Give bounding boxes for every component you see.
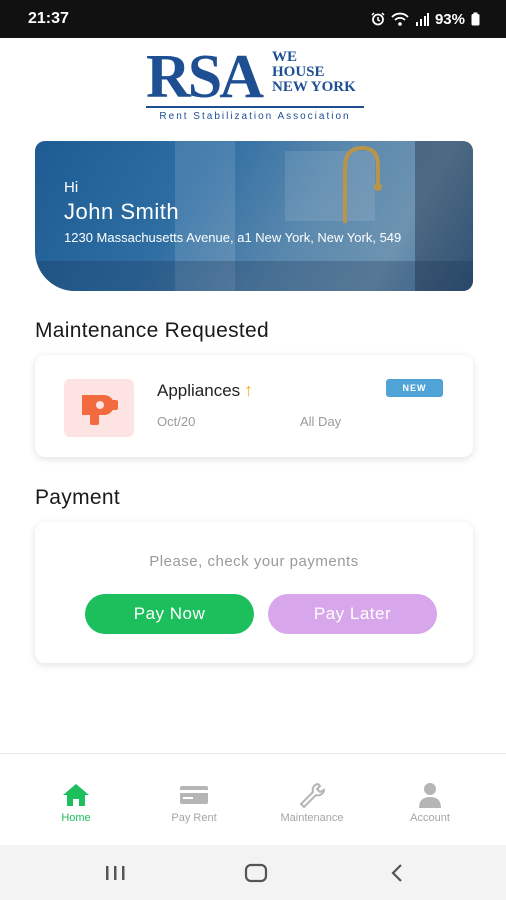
logo-tagline-line: WE: [272, 49, 298, 65]
hair-dryer-icon: [82, 395, 118, 425]
payment-message: Please, check your payments: [149, 553, 359, 570]
banner-decoration: [35, 261, 473, 291]
signal-icon: [415, 12, 429, 26]
logo-tagline: WE HOUSE NEW YORK: [272, 50, 356, 95]
battery-icon: [471, 12, 480, 26]
nav-label: Maintenance: [280, 812, 344, 824]
status-time: 21:37: [28, 10, 69, 27]
banner-text: Hi John Smith 1230 Massachusetts Avenue,…: [64, 179, 444, 247]
logo-letters: RSA: [146, 43, 264, 111]
payment-section-title: Payment: [35, 486, 120, 509]
arrow-up-icon: ↑: [244, 380, 254, 400]
nav-item-account[interactable]: Account: [375, 780, 485, 824]
credit-card-icon: [139, 780, 249, 810]
payment-card: Please, check your payments Pay Now Pay …: [35, 522, 473, 663]
nav-item-maintenance[interactable]: Maintenance: [257, 780, 367, 824]
rsa-logo: RSA WE HOUSE NEW YORK Rent Stabilization…: [0, 43, 506, 126]
logo-subtitle: Rent Stabilization Association: [159, 111, 351, 122]
status-bar: 21:37 93%: [0, 0, 506, 38]
maintenance-section-title: Maintenance Requested: [35, 319, 269, 342]
nav-label: Home: [61, 812, 91, 824]
nav-item-pay-rent[interactable]: Pay Rent: [139, 780, 249, 824]
recent-apps-icon[interactable]: [102, 860, 128, 886]
battery-text: 93%: [434, 10, 465, 28]
system-navigation-bar: [0, 845, 506, 900]
user-address: 1230 Massachusetts Avenue, a1 New York, …: [64, 230, 402, 245]
maintenance-title: Appliances ↑: [157, 380, 253, 401]
maintenance-date: Oct/20: [157, 414, 196, 429]
back-icon[interactable]: [386, 860, 408, 886]
welcome-banner: Hi John Smith 1230 Massachusetts Avenue,…: [35, 141, 473, 291]
status-icons: 93%: [371, 11, 480, 28]
nav-item-home[interactable]: Home: [21, 780, 131, 824]
pay-later-button[interactable]: Pay Later: [268, 594, 437, 634]
alarm-icon: [371, 12, 385, 26]
maintenance-title-text: Appliances: [157, 381, 241, 400]
home-icon: [21, 780, 131, 810]
home-button-icon[interactable]: [242, 860, 270, 886]
greeting: Hi: [64, 179, 79, 196]
wrench-icon: [257, 780, 367, 810]
appliance-icon-box: [64, 379, 134, 437]
user-icon: [375, 780, 485, 810]
pay-now-button[interactable]: Pay Now: [85, 594, 254, 634]
maintenance-request-card[interactable]: Appliances ↑ Oct/20 All Day NEW: [35, 355, 473, 457]
maintenance-time: All Day: [300, 414, 342, 429]
nav-label: Account: [410, 812, 450, 824]
nav-label: Pay Rent: [171, 812, 217, 824]
logo-tagline-line: HOUSE: [272, 64, 325, 80]
logo-tagline-line: NEW YORK: [272, 79, 356, 95]
user-name: John Smith: [64, 199, 180, 224]
logo-divider: [146, 106, 364, 108]
wifi-icon: [391, 12, 409, 26]
status-badge: NEW: [386, 379, 443, 397]
bottom-navigation: Home Pay Rent Maintenance Account: [0, 753, 506, 845]
